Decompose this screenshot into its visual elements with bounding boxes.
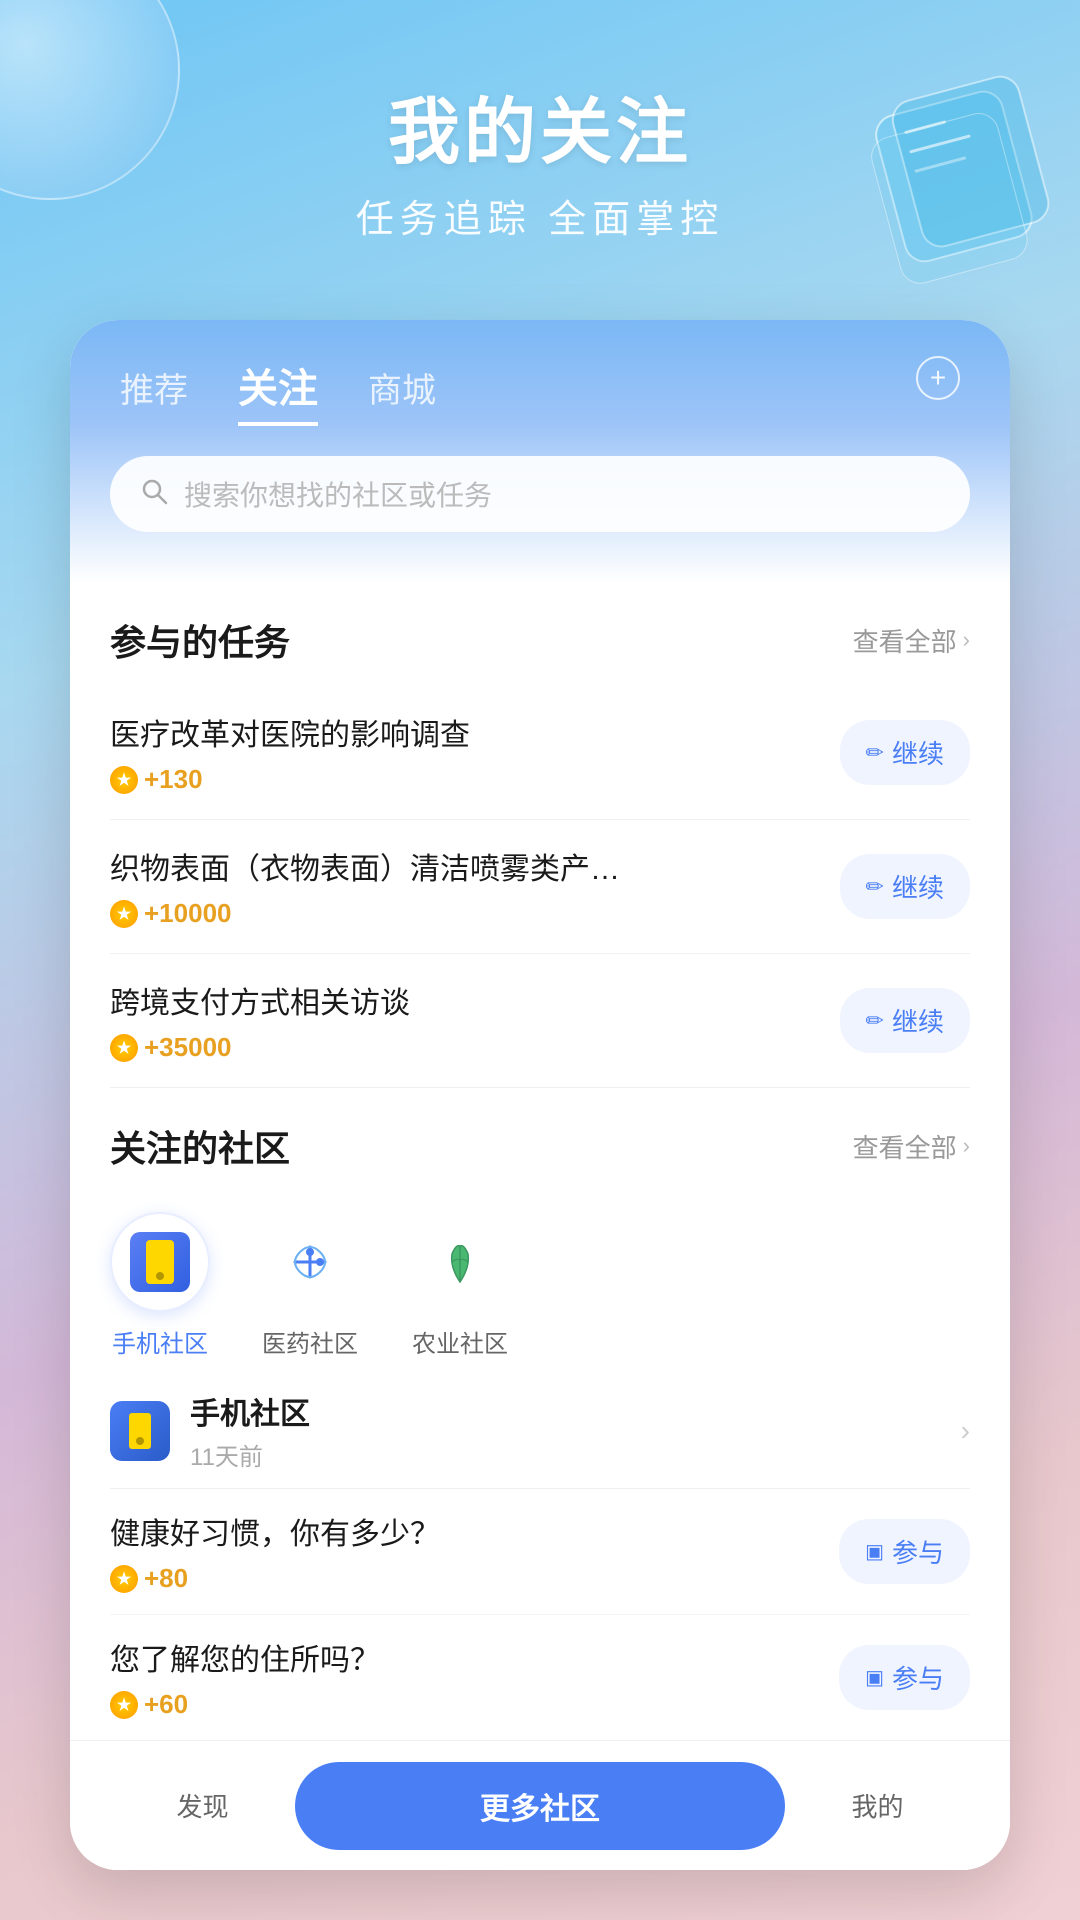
community-label-phone: 手机社区: [112, 1324, 208, 1359]
community-icon-medical[interactable]: 医药社区: [260, 1212, 360, 1359]
community-icon-circle-medical: [260, 1212, 360, 1312]
community-task-item: 健康好习惯，你有多少？ ★ +80 ▣ 参与: [110, 1489, 970, 1615]
participated-tasks-header: 参与的任务 查看全部 ›: [110, 582, 970, 686]
nav-item-discover[interactable]: 发现: [110, 1787, 295, 1824]
star-icon: ★: [110, 900, 138, 928]
community-name: 手机社区: [190, 1389, 961, 1433]
task-info: 健康好习惯，你有多少？ ★ +80: [110, 1509, 440, 1594]
community-info: 手机社区 11天前: [190, 1389, 961, 1472]
task-item: 医疗改革对医院的影响调查 ★ +130 ✏ 继续: [110, 686, 970, 820]
continue-button-2[interactable]: ✏ 继续: [840, 854, 970, 919]
task-reward: ★ +10000: [110, 898, 620, 929]
phone-shape: [146, 1240, 174, 1284]
followed-communities-title: 关注的社区: [110, 1120, 290, 1172]
community-logo: [110, 1401, 170, 1461]
join-button-2[interactable]: ▣ 参与: [839, 1645, 970, 1710]
community-label-agriculture: 农业社区: [412, 1324, 508, 1359]
community-list-item[interactable]: 手机社区 11天前 ›: [110, 1369, 970, 1489]
community-chevron-icon: ›: [961, 1415, 970, 1447]
page-title: 我的关注: [0, 90, 1080, 176]
community-icon-agriculture[interactable]: 农业社区: [410, 1212, 510, 1359]
tab-shop[interactable]: 商城: [368, 363, 436, 420]
nav-mine-label: 我的: [851, 1787, 903, 1824]
nav-discover-label: 发现: [176, 1787, 228, 1824]
task-reward: ★ +130: [110, 764, 470, 795]
task-info: 医疗改革对医院的影响调查 ★ +130: [110, 710, 470, 795]
tab-follow[interactable]: 关注: [238, 356, 318, 426]
phone-shape-small: [129, 1413, 151, 1449]
edit-icon: ✏: [866, 740, 884, 766]
task-name: 医疗改革对医院的影响调查: [110, 710, 470, 754]
edit-icon: ✏: [866, 874, 884, 900]
page-subtitle: 任务追踪 全面掌控: [0, 188, 1080, 243]
star-icon: ★: [110, 1691, 138, 1719]
chevron-right-icon: ›: [963, 627, 970, 653]
search-bar[interactable]: 搜索你想找的社区或任务: [110, 456, 970, 532]
continue-button-3[interactable]: ✏ 继续: [840, 988, 970, 1053]
tab-recommend[interactable]: 推荐: [120, 363, 188, 420]
task-reward: ★ +60: [110, 1689, 380, 1720]
task-name: 织物表面（衣物表面）清洁喷雾类产…: [110, 844, 620, 888]
continue-button-1[interactable]: ✏ 继续: [840, 720, 970, 785]
task-info: 您了解您的住所吗？ ★ +60: [110, 1635, 380, 1720]
community-task-item: 您了解您的住所吗？ ★ +60 ▣ 参与: [110, 1615, 970, 1741]
star-icon: ★: [110, 1034, 138, 1062]
task-info: 织物表面（衣物表面）清洁喷雾类产… ★ +10000: [110, 844, 620, 929]
participated-tasks-title: 参与的任务: [110, 614, 290, 666]
community-icon-circle-agriculture: [410, 1212, 510, 1312]
survey-icon: ▣: [865, 1539, 884, 1564]
task-name: 跨境支付方式相关访谈: [110, 978, 410, 1022]
phone-community-logo: [130, 1232, 190, 1292]
participated-tasks-view-all[interactable]: 查看全部 ›: [853, 622, 970, 659]
star-icon: ★: [110, 1565, 138, 1593]
survey-icon: ▣: [865, 1665, 884, 1690]
task-name: 健康好习惯，你有多少？: [110, 1509, 440, 1553]
chevron-right-icon: ›: [963, 1133, 970, 1159]
task-name: 您了解您的住所吗？: [110, 1635, 380, 1679]
community-icons-row: 手机社区 医药社区: [110, 1192, 970, 1369]
task-reward: ★ +35000: [110, 1032, 410, 1063]
community-icon-phone[interactable]: 手机社区: [110, 1212, 210, 1359]
edit-icon: ✏: [866, 1008, 884, 1034]
followed-communities-header: 关注的社区 查看全部 ›: [110, 1088, 970, 1192]
nav-item-more-communities[interactable]: 更多社区: [295, 1762, 785, 1850]
tabs-container: 推荐 关注 商城 +: [70, 320, 1010, 446]
search-icon: [140, 477, 168, 512]
community-icon-circle-phone: [110, 1212, 210, 1312]
main-card: 推荐 关注 商城 + 搜索你想找的社区或任务 参与的任务 查看全部 ›: [70, 320, 1010, 1870]
task-item: 跨境支付方式相关访谈 ★ +35000 ✏ 继续: [110, 954, 970, 1088]
followed-communities-view-all[interactable]: 查看全部 ›: [853, 1128, 970, 1165]
task-info: 跨境支付方式相关访谈 ★ +35000: [110, 978, 410, 1063]
nav-item-mine[interactable]: 我的: [785, 1787, 970, 1824]
task-reward: ★ +80: [110, 1563, 440, 1594]
bottom-nav: 发现 更多社区 我的: [70, 1740, 1010, 1870]
community-label-medical: 医药社区: [262, 1324, 358, 1359]
star-icon: ★: [110, 766, 138, 794]
card-top: 推荐 关注 商城 + 搜索你想找的社区或任务: [70, 320, 1010, 582]
join-button-1[interactable]: ▣ 参与: [839, 1519, 970, 1584]
card-body: 参与的任务 查看全部 › 医疗改革对医院的影响调查 ★ +130 ✏ 继续: [70, 582, 1010, 1870]
tab-add-button[interactable]: +: [916, 356, 960, 400]
header: 我的关注 任务追踪 全面掌控: [0, 0, 1080, 283]
task-item: 织物表面（衣物表面）清洁喷雾类产… ★ +10000 ✏ 继续: [110, 820, 970, 954]
search-placeholder: 搜索你想找的社区或任务: [184, 474, 492, 514]
community-time: 11天前: [190, 1437, 961, 1472]
